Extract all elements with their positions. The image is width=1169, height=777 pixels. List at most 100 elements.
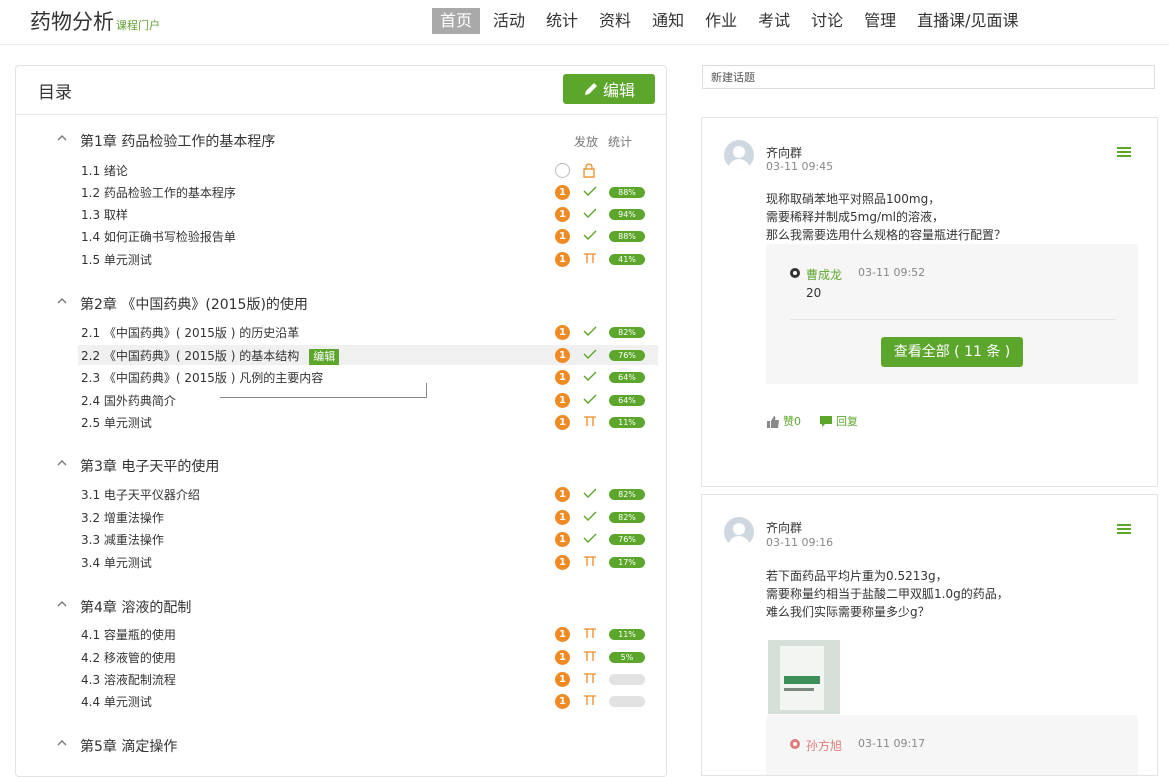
count-badge: 1 [555,532,570,547]
progress-pill: 82% [609,512,645,523]
nav-manage[interactable]: 管理 [856,8,904,34]
progress-pill: 64% [609,395,645,406]
reply-author[interactable]: 孙方旭 [806,737,842,754]
chevron-up-icon[interactable] [56,737,68,749]
section-item[interactable]: 2.1 《中国药典》( 2015版 ) 的历史沿革 1 82% [78,322,658,342]
chevron-up-icon[interactable] [56,132,68,144]
section-item[interactable]: 2.4 国外药典简介 1 64% [78,390,658,410]
pencil-icon [584,83,597,95]
nav-home[interactable]: 首页 [432,8,481,34]
count-badge: 1 [555,185,570,200]
nav-notices[interactable]: 通知 [644,8,692,34]
section-title: 2.5 单元测试 [81,416,152,430]
chapter-1[interactable]: 第1章 药品检验工作的基本程序 发放 统计 [16,129,666,151]
section-title: 4.4 单元测试 [81,695,152,709]
section-item[interactable]: 3.1 电子天平仪器介绍 1 82% [78,484,658,504]
section-item[interactable]: 4.2 移液管的使用 1 5% [78,647,658,667]
nav-exam[interactable]: 考试 [750,8,798,34]
avatar[interactable] [724,517,754,547]
section-item[interactable]: 3.3 减重法操作 1 76% [78,529,658,549]
section-title: 2.1 《中国药典》( 2015版 ) 的历史沿革 [81,326,300,340]
section-item[interactable]: 1.1 绪论 [78,160,658,180]
test-icon [584,695,596,705]
section-title: 1.2 药品检验工作的基本程序 [81,186,236,200]
reply-box: 曹成龙 03-11 09:52 20 查看全部 ( 11 条 ) [766,244,1138,384]
chapter-2[interactable]: 第2章 《中国药典》(2015版)的使用 [16,292,666,314]
post-line: 现称取硝苯地平对照品100mg， [766,192,941,206]
count-badge: 1 [555,348,570,363]
progress-pill: 11% [609,629,645,640]
section-item[interactable]: 1.4 如何正确书写检验报告单 1 88% [78,226,658,246]
avatar[interactable] [724,140,754,170]
toc-title: 目录 [38,83,72,103]
section-item[interactable]: 1.5 单元测试 1 41% [78,249,658,269]
reply-avatar-icon [790,268,800,278]
section-item[interactable]: 3.4 单元测试 1 17% [78,552,658,572]
nav-discussion[interactable]: 讨论 [803,8,851,34]
edit-button[interactable]: 编辑 [563,74,655,104]
chevron-up-icon[interactable] [56,598,68,610]
progress-pill: 41% [609,254,645,265]
post-author[interactable]: 齐向群 [766,144,802,161]
post-line: 需要稀释并制成5mg/ml的溶液， [766,210,945,224]
toc-header: 目录 编辑 [16,66,666,115]
nav-activity[interactable]: 活动 [485,8,533,34]
section-title: 4.1 容量瓶的使用 [81,628,176,642]
count-badge: 1 [555,672,570,687]
chapter-5[interactable]: 第5章 滴定操作 [16,734,666,756]
drag-indicator-tick [426,383,427,397]
section-item[interactable]: 4.4 单元测试 1 [78,691,658,711]
post-author[interactable]: 齐向群 [766,519,802,536]
section-item[interactable]: 3.2 增重法操作 1 82% [78,507,658,527]
view-all-button[interactable]: 查看全部 ( 11 条 ) [881,337,1023,367]
section-item[interactable]: 4.3 溶液配制流程 1 [78,669,658,689]
comment-icon [820,415,832,427]
test-icon [584,556,596,566]
check-icon [583,230,597,240]
progress-pill: 17% [609,557,645,568]
nav-live[interactable]: 直播课/见面课 [909,8,1026,34]
section-item[interactable]: 2.5 单元测试 1 11% [78,412,658,432]
chevron-up-icon[interactable] [56,457,68,469]
like-button[interactable]: 赞0 [766,413,801,429]
reply-text: 20 [806,286,822,300]
section-item[interactable]: 1.2 药品检验工作的基本程序 1 88% [78,182,658,202]
reply-avatar-icon [790,739,800,749]
nav-homework[interactable]: 作业 [697,8,745,34]
check-icon [583,488,597,498]
chapter-3[interactable]: 第3章 电子天平的使用 [16,454,666,476]
section-edit-tag[interactable]: 编辑 [309,349,340,365]
menu-icon[interactable] [1116,523,1132,535]
lock-icon[interactable] [582,162,596,178]
post-line: 需要称量约相当于盐酸二甲双胍1.0g的药品， [766,587,1009,601]
post-card: 齐向群 03-11 09:45 现称取硝苯地平对照品100mg， 需要稀释并制成… [701,117,1158,487]
section-item[interactable]: 1.3 取样 1 94% [78,204,658,224]
menu-icon[interactable] [1116,146,1132,158]
nav-materials[interactable]: 资料 [591,8,639,34]
test-icon [584,651,596,661]
reply-button[interactable]: 回复 [819,413,858,429]
reply-time: 03-11 09:52 [858,266,926,279]
progress-pill: 88% [609,187,645,198]
section-item[interactable]: 2.3 《中国药典》( 2015版 ) 凡例的主要内容 1 64% [78,367,658,387]
section-title: 1.3 取样 [81,208,128,222]
post-image-thumbnail[interactable] [768,640,840,714]
new-topic-input[interactable]: 新建话题 [702,65,1155,89]
section-title: 2.2 《中国药典》( 2015版 ) 的基本结构 编辑 [81,347,340,365]
count-badge: 1 [555,650,570,665]
top-header: 药物分析 课程门户 首页 活动 统计 资料 通知 作业 考试 讨论 管理 直播课… [0,0,1169,45]
section-item-hovered[interactable]: 2.2 《中国药典》( 2015版 ) 的基本结构 编辑 1 76% [78,345,658,365]
reply-author[interactable]: 曹成龙 [806,266,842,283]
progress-pill: 5% [609,652,645,663]
chapter-4[interactable]: 第4章 溶液的配制 [16,595,666,617]
progress-pill: 82% [609,489,645,500]
test-icon [584,673,596,683]
post-line: 若下面药品平均片重为0.5213g， [766,569,948,583]
course-brand[interactable]: 药物分析 课程门户 [30,6,160,36]
check-icon [583,208,597,218]
post-content: 现称取硝苯地平对照品100mg， 需要稀释并制成5mg/ml的溶液， 那么我需要… [766,190,1006,244]
progress-pill: 76% [609,534,645,545]
nav-stats[interactable]: 统计 [538,8,586,34]
section-item[interactable]: 4.1 容量瓶的使用 1 11% [78,624,658,644]
chevron-up-icon[interactable] [56,295,68,307]
